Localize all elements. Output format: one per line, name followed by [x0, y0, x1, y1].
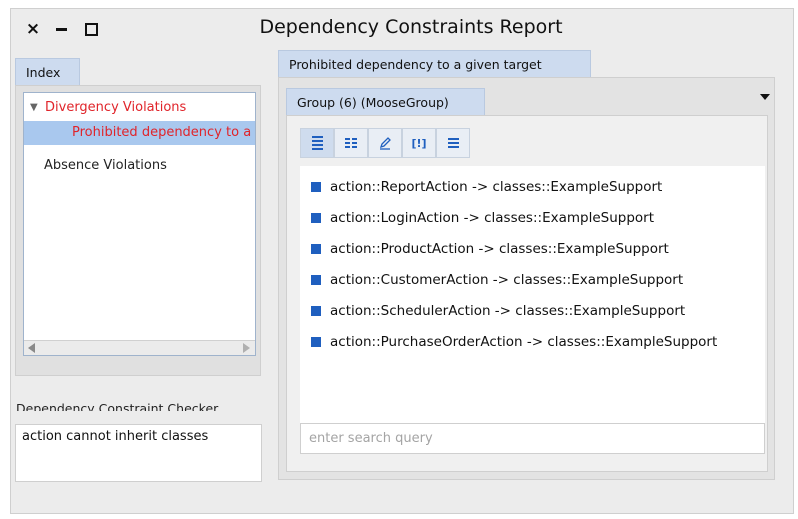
lines-view-icon: [447, 138, 459, 148]
bullet-icon: [311, 244, 321, 254]
pencil-icon: [379, 137, 391, 150]
list-view-button[interactable]: [300, 128, 334, 158]
raw-view-button[interactable]: [!]: [402, 128, 436, 158]
table-view-icon: [345, 138, 357, 148]
bullet-icon: [311, 275, 321, 285]
tree-item-absence-violations[interactable]: Absence Violations: [24, 154, 255, 178]
tab-prohibited-dependency[interactable]: Prohibited dependency to a given target: [278, 50, 591, 78]
table-view-button[interactable]: [334, 128, 368, 158]
index-tree: ▼ Divergency Violations Prohibited depen…: [23, 92, 256, 356]
window-title: Dependency Constraints Report: [259, 16, 563, 38]
raw-icon: [!]: [411, 136, 427, 150]
tab-index[interactable]: Index: [15, 58, 80, 86]
constraint-text-box[interactable]: action cannot inherit classes: [15, 424, 262, 482]
search-input[interactable]: [300, 423, 765, 454]
tree-item-prohibited-dependency[interactable]: Prohibited dependency to a given target: [24, 121, 255, 145]
tree-item-label: Absence Violations: [44, 158, 167, 173]
minimize-icon[interactable]: [51, 19, 71, 39]
dropdown-arrow-icon[interactable]: [760, 94, 770, 100]
maximize-icon[interactable]: [81, 19, 101, 39]
bullet-icon: [311, 306, 321, 316]
scroll-right-icon[interactable]: [243, 343, 250, 353]
list-view-icon: [311, 136, 323, 150]
bullet-icon: [311, 182, 321, 192]
bullet-icon: [311, 213, 321, 223]
close-icon[interactable]: ×: [23, 19, 43, 39]
index-panel: ▼ Divergency Violations Prohibited depen…: [15, 85, 261, 376]
expand-triangle-icon[interactable]: ▼: [30, 96, 38, 120]
tree-item-label: Divergency Violations: [45, 100, 187, 115]
horizontal-scrollbar[interactable]: [24, 340, 255, 355]
tree-item-divergency-violations[interactable]: ▼ Divergency Violations: [24, 96, 255, 120]
checker-title: Dependency Constraint Checker: [16, 401, 219, 411]
results-list: action::ReportAction -> classes::Example…: [300, 166, 765, 426]
tree-item-label: Prohibited dependency to a given target: [72, 125, 255, 140]
view-toolbar: [!]: [300, 128, 470, 158]
edit-button[interactable]: [368, 128, 402, 158]
scroll-left-icon[interactable]: [28, 343, 35, 353]
tab-group[interactable]: Group (6) (MooseGroup): [286, 88, 485, 116]
bullet-icon: [311, 337, 321, 347]
lines-view-button[interactable]: [436, 128, 470, 158]
title-bar[interactable]: × Dependency Constraints Report: [11, 9, 793, 51]
